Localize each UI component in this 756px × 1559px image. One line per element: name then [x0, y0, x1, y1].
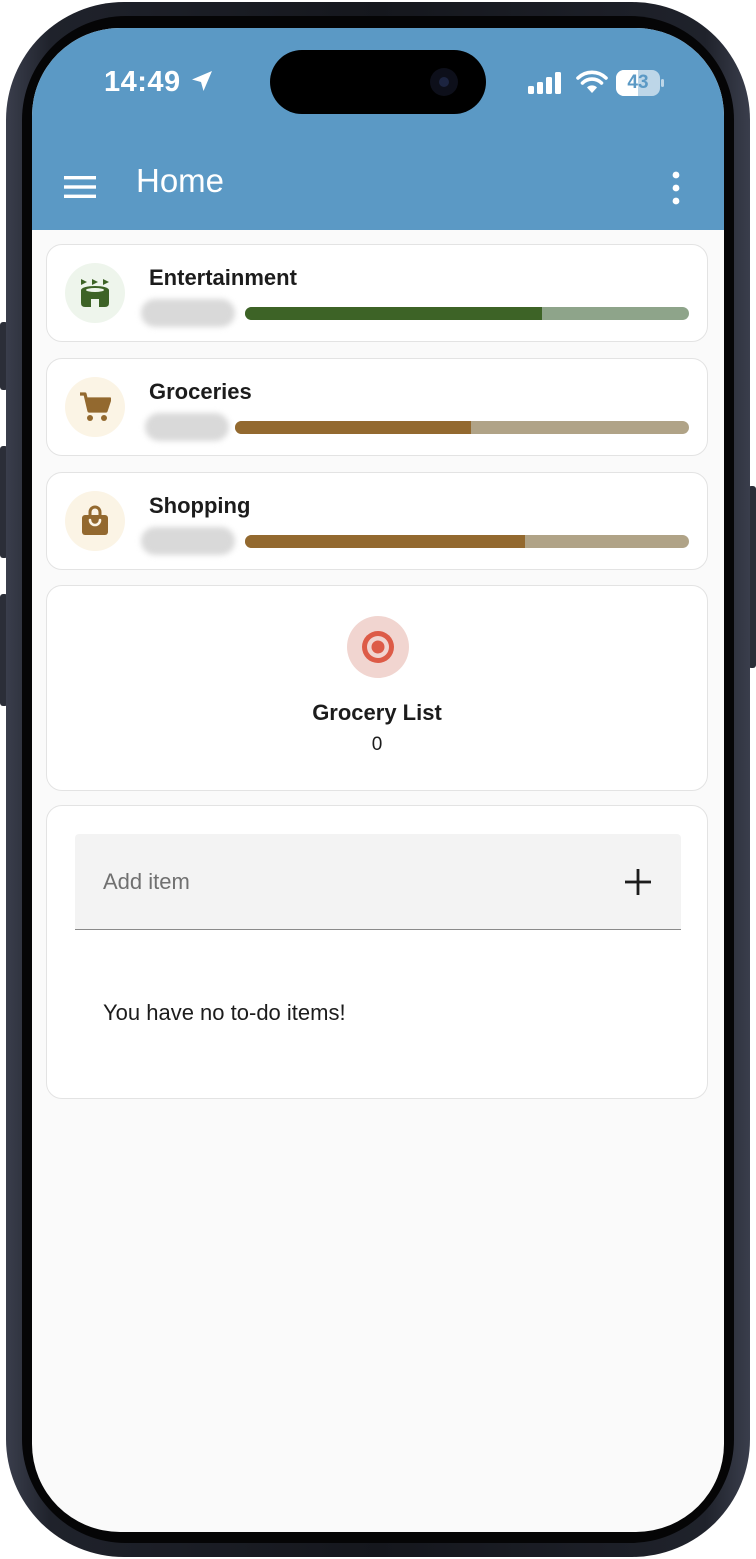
screen: 14:49 43 Home Entertainment Groceries Sh…	[32, 28, 724, 1532]
wifi-icon	[576, 70, 608, 93]
cellular-signal-icon	[528, 72, 561, 94]
empty-todo-message: You have no to-do items!	[103, 1000, 346, 1025]
budget-card-groceries[interactable]: Groceries	[46, 358, 708, 456]
budget-amount-redacted	[141, 299, 235, 327]
budget-amount-redacted	[141, 527, 235, 555]
budget-progress-bar	[245, 535, 689, 548]
budget-icon-badge	[65, 377, 125, 437]
add-item-input[interactable]	[75, 834, 605, 929]
more-options-icon[interactable]	[664, 168, 688, 208]
budget-icon-badge	[65, 263, 125, 323]
shopping-bag-icon	[82, 505, 108, 535]
menu-icon[interactable]	[62, 172, 98, 202]
status-bar: 14:49 43	[32, 28, 724, 146]
battery-level: 43	[627, 72, 649, 93]
budget-card-shopping[interactable]: Shopping	[46, 472, 708, 570]
budget-progress-fill	[245, 307, 543, 320]
add-item-row	[75, 834, 681, 930]
todo-card: You have no to-do items!	[46, 805, 708, 1099]
stadium-icon	[81, 279, 109, 307]
budget-progress-fill	[245, 535, 525, 548]
grocery-list-card[interactable]: Grocery List 0	[46, 585, 708, 791]
budget-icon-badge	[65, 491, 125, 551]
budget-progress-bar	[245, 307, 689, 320]
add-icon[interactable]	[621, 865, 655, 899]
app-bar: Home	[32, 146, 724, 230]
status-time: 14:49	[104, 66, 181, 98]
budget-name: Entertainment	[149, 265, 297, 290]
camera-icon	[430, 68, 458, 96]
grocery-list-count: 0	[371, 734, 383, 755]
budget-name: Groceries	[149, 379, 252, 404]
location-arrow-icon	[192, 71, 212, 91]
budget-name: Shopping	[149, 493, 251, 518]
target-icon	[362, 631, 394, 663]
grocery-list-name: Grocery List	[312, 700, 442, 725]
budget-amount-redacted	[145, 413, 229, 441]
budget-progress-fill	[235, 421, 472, 434]
budget-progress-bar	[235, 421, 689, 434]
target-icon-badge	[347, 616, 409, 678]
budget-card-entertainment[interactable]: Entertainment	[46, 244, 708, 342]
cart-icon	[80, 392, 111, 421]
page-title: Home	[136, 162, 225, 199]
